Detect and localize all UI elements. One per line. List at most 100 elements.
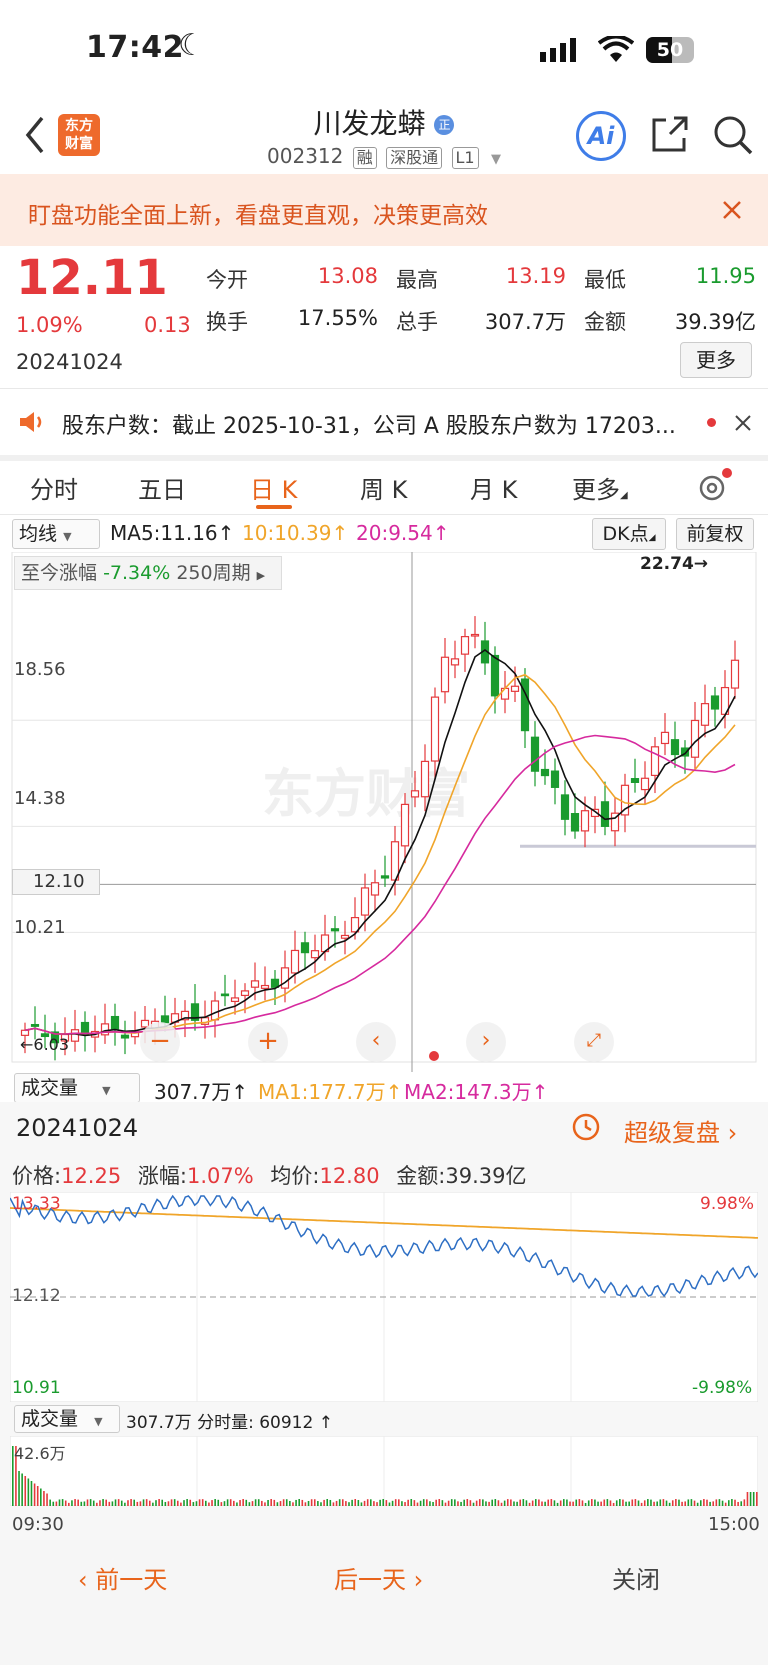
candle-body (530, 736, 540, 772)
vol-bar (376, 1502, 378, 1506)
dk-button[interactable]: DK点◢ (592, 518, 666, 550)
candle-body (290, 949, 300, 974)
range-box[interactable]: 至今涨幅 -7.34% 250周期 ▶ (14, 556, 282, 590)
vol-bar (500, 1502, 503, 1506)
fullscreen-button[interactable]: ⤢ (574, 1022, 614, 1062)
vol-bar (525, 1500, 528, 1506)
open-label: 今开 (206, 268, 248, 292)
more-button[interactable]: 更多 (680, 342, 752, 378)
vol-bar (382, 1499, 385, 1506)
zoom-in-button[interactable]: + (248, 1022, 288, 1062)
settings-icon[interactable] (696, 468, 732, 504)
vol-bar (317, 1501, 319, 1506)
tab-five-day[interactable]: 五日 (138, 470, 186, 505)
vol-bar (438, 1499, 441, 1506)
vol-bar (68, 1502, 70, 1506)
indicator-select[interactable]: 均线 ▼ (12, 519, 100, 549)
tab-more[interactable]: 更多◢ (572, 470, 628, 505)
amount-value: 39.39亿 (674, 310, 756, 334)
candle-body (380, 875, 390, 879)
move-right-button[interactable]: › (466, 1022, 506, 1062)
vol-bar (310, 1499, 313, 1506)
vol-bar (357, 1500, 360, 1506)
history-icon[interactable] (570, 1112, 600, 1142)
vol-bar (606, 1499, 609, 1506)
intraday-volume-select[interactable]: 成交量 ▼ (14, 1405, 120, 1433)
open-value: 13.08 (317, 264, 378, 288)
vol-bar (183, 1500, 185, 1506)
vol-bar (279, 1501, 282, 1506)
candle-body (600, 801, 610, 827)
stock-code: 002312 (267, 144, 344, 168)
candle-body (560, 794, 570, 820)
vol-bar (282, 1499, 285, 1506)
vol-bar (117, 1499, 120, 1506)
next-day-button[interactable]: 后一天 › (334, 1560, 423, 1595)
share-icon[interactable] (650, 114, 690, 154)
ai-button[interactable]: Ai (576, 111, 626, 161)
vol-bar (457, 1501, 459, 1506)
intraday-chart[interactable] (10, 1192, 758, 1402)
vol-bar (541, 1501, 543, 1506)
tab-intraday[interactable]: 分时 (30, 470, 78, 505)
vol-bar (444, 1502, 447, 1506)
tab-weekly-k[interactable]: 周 K (360, 470, 407, 505)
candle-body (220, 993, 230, 997)
close-icon[interactable] (722, 200, 742, 220)
vol-bar (36, 1486, 39, 1506)
vol-bar (522, 1499, 525, 1506)
vol-bar (176, 1500, 179, 1506)
vol-bar (105, 1499, 107, 1506)
range-change: -7.34% (103, 562, 171, 584)
prev-day-button[interactable]: ‹ 前一天 (78, 1560, 167, 1595)
turnover-value: 17.55% (297, 306, 378, 330)
vol-bar (289, 1500, 291, 1506)
vol-bar (631, 1499, 634, 1506)
tab-daily-k[interactable]: 日 K (250, 470, 297, 505)
vol-bar (615, 1500, 618, 1506)
change-amount: 0.13 (144, 313, 191, 337)
kline-chart[interactable]: 东方财富 (0, 552, 768, 1072)
vol-bar (236, 1502, 238, 1506)
ma10-line (24, 673, 736, 1035)
close-button[interactable]: 关闭 (612, 1560, 660, 1595)
vol-bar (591, 1499, 593, 1506)
super-replay-link[interactable]: 超级复盘 › (624, 1113, 737, 1148)
tab-monthly-k[interactable]: 月 K (470, 470, 517, 505)
vol-bar (205, 1500, 207, 1506)
vol-bar (379, 1499, 381, 1506)
vol-bar (622, 1499, 624, 1506)
zoom-out-button[interactable]: − (140, 1022, 180, 1062)
notice-close-icon[interactable] (734, 414, 752, 432)
vol-bar (625, 1501, 627, 1506)
volume-select[interactable]: 成交量 ▼ (14, 1073, 140, 1103)
vol-bar (43, 1491, 45, 1506)
vol-bar (99, 1500, 101, 1506)
candle-body (700, 703, 710, 726)
vol-bar (120, 1500, 123, 1506)
search-icon[interactable] (712, 114, 754, 156)
vol-bar (111, 1501, 114, 1506)
high-value: 13.19 (505, 264, 566, 288)
vol-bar (89, 1499, 92, 1506)
intraday-top-price: 13.33 (12, 1194, 61, 1214)
vol-bar (251, 1501, 254, 1506)
vol-bar (152, 1502, 154, 1506)
move-left-button[interactable]: ‹ (356, 1022, 396, 1062)
vol-bar (313, 1499, 316, 1506)
adjust-button[interactable]: 前复权 (676, 518, 754, 550)
vol-bar (18, 1471, 20, 1506)
time-end: 15:00 (708, 1514, 760, 1535)
vol-bar (257, 1499, 260, 1506)
vol-bar (61, 1499, 64, 1506)
dropdown-icon: ▼ (490, 152, 501, 167)
vol-bar (404, 1502, 406, 1506)
time-start: 09:30 (12, 1514, 64, 1535)
ma5-value: MA5:11.16↑ (110, 521, 235, 545)
candle-body (70, 1029, 80, 1042)
vol-bar (715, 1499, 718, 1506)
intraday-vol-max: 42.6万 (14, 1444, 66, 1463)
vol-bar (192, 1502, 195, 1506)
notice-text[interactable]: 股东户数：截止 2025-10-31，公司 A 股股东户数为 17203... (62, 408, 682, 440)
vol-bar (703, 1499, 705, 1506)
